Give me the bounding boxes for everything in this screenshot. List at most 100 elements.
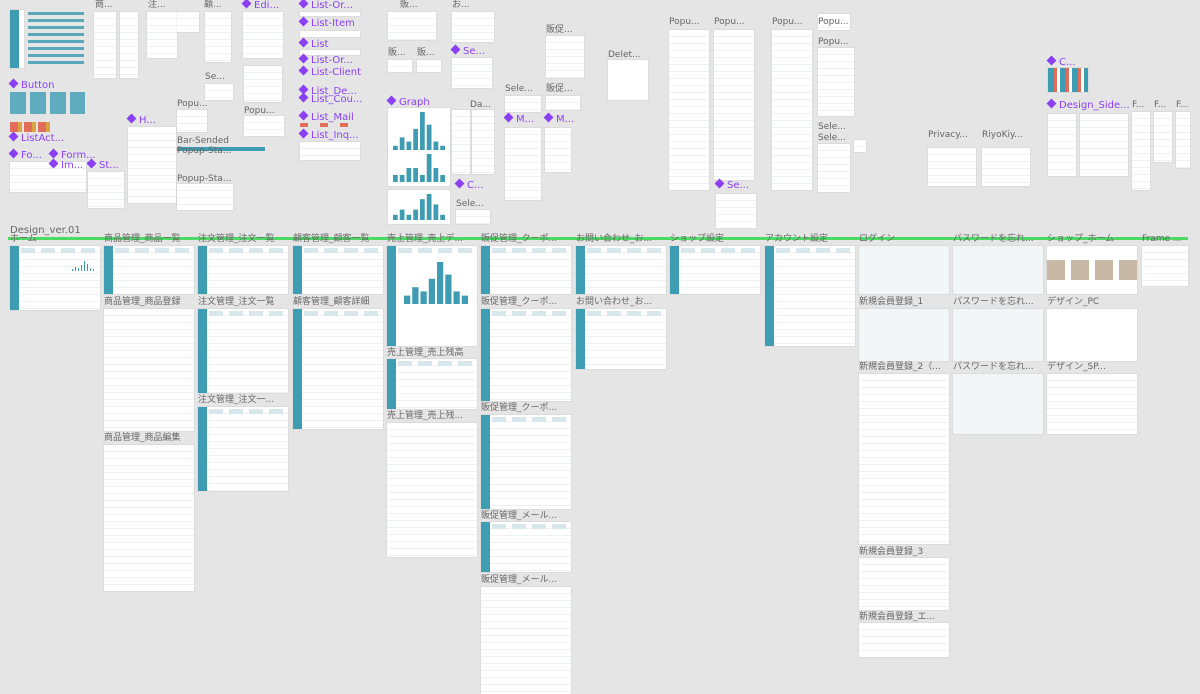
frame-title[interactable]: Popu... [714, 17, 745, 28]
frame-design-sp[interactable] [1047, 374, 1137, 434]
frame-title[interactable]: Sele... [818, 122, 846, 133]
design-side-frame-2[interactable] [1080, 114, 1128, 176]
f-frame-1[interactable] [1132, 112, 1150, 190]
component-title[interactable]: H... [126, 113, 156, 127]
select-frame-c[interactable] [818, 144, 850, 192]
component-title[interactable]: List_Inq... [298, 128, 359, 142]
component-title[interactable]: List_Mail [298, 110, 354, 124]
promo-frame-b[interactable] [546, 96, 580, 110]
list-item-frame[interactable] [300, 31, 360, 37]
popup-grid-2[interactable] [714, 30, 754, 180]
frame-order-list[interactable] [198, 246, 288, 294]
component-title[interactable]: Se... [450, 44, 485, 58]
sales-form-frame[interactable] [388, 12, 436, 40]
frame-title[interactable]: パスワードを忘れ... [953, 234, 1034, 245]
date-frame-2[interactable] [472, 110, 494, 174]
frame-title[interactable]: パスワードを忘れ... [953, 362, 1034, 373]
frame-inquiry-detail[interactable] [576, 309, 666, 369]
component-title[interactable]: M... [543, 112, 574, 126]
component-frame-f[interactable] [177, 12, 199, 32]
frame-title[interactable]: Popu... [669, 17, 700, 28]
frame-title[interactable]: Popu... [244, 106, 275, 117]
graph-frame-2[interactable] [388, 150, 450, 186]
component-title[interactable]: Se... [714, 178, 749, 192]
frame-title[interactable]: ログイン [859, 234, 895, 245]
frame-shop-home[interactable] [1047, 246, 1137, 294]
frame-title[interactable]: 商品管理_商品登録 [104, 297, 181, 308]
inquiry-form-frame[interactable] [452, 12, 494, 42]
edit-frame[interactable] [244, 66, 282, 102]
frame-title[interactable]: デザイン_SP... [1047, 362, 1106, 373]
button-variants[interactable] [10, 92, 85, 114]
popup-frame-b[interactable] [244, 116, 284, 136]
modal-frame-a[interactable] [505, 128, 541, 200]
frame-title[interactable]: 販促... [546, 84, 573, 95]
frame-title[interactable]: Se... [205, 72, 225, 83]
frame-title[interactable]: 売上管理_売上残... [387, 411, 463, 422]
component-title[interactable]: St... [86, 158, 119, 172]
design-side-frame-1[interactable] [1048, 114, 1076, 176]
delete-popup-frame[interactable] [608, 60, 648, 100]
component-title[interactable]: List-Or... [298, 0, 353, 12]
frame-title[interactable]: デザイン_PC [1047, 297, 1099, 308]
frame-title[interactable]: 販促管理_クーポ... [481, 234, 557, 245]
frame-title[interactable]: Sele... [456, 199, 484, 210]
frame-signup-2[interactable] [859, 374, 949, 544]
select-frame-e[interactable] [716, 194, 756, 228]
frame-coupon-edit[interactable] [481, 415, 571, 509]
select-list-frame[interactable] [505, 96, 541, 112]
f-frame-2[interactable] [1154, 112, 1172, 162]
frame-product-register[interactable] [104, 309, 194, 431]
popup-status-frame[interactable] [177, 184, 233, 210]
component-title[interactable]: Fo... [8, 148, 42, 162]
frame-customer-detail[interactable] [293, 309, 383, 429]
frame-title[interactable]: F... [1154, 100, 1166, 111]
frame-title[interactable]: Frame ... [1142, 234, 1182, 245]
component-title[interactable]: List_Cou... [298, 92, 362, 106]
frame-title[interactable]: 販促管理_メール... [481, 511, 557, 522]
component-title[interactable]: C... [1046, 55, 1076, 69]
frame-title[interactable]: Privacy... [928, 130, 968, 141]
component-title[interactable]: Edi... [241, 0, 279, 12]
frame-title[interactable]: F... [1132, 100, 1144, 111]
frame-title[interactable]: Popup-Sta... [177, 174, 231, 185]
frame-password-forgot-3[interactable] [953, 374, 1043, 434]
frame-title[interactable]: 販促管理_クーポ... [481, 403, 557, 414]
popup-grid-5[interactable] [818, 48, 854, 116]
frame-title[interactable]: 新規会員登録_エ... [859, 612, 935, 623]
frame-mail-edit[interactable] [481, 587, 571, 694]
frame-title[interactable]: 顧... [204, 0, 222, 11]
frame-order-list-2[interactable] [198, 309, 288, 393]
frame-title[interactable]: Popu... [818, 17, 849, 28]
frame-title[interactable]: お... [452, 0, 470, 11]
frame-title[interactable]: 注文管理_注文一... [198, 395, 274, 406]
component-grid[interactable] [28, 12, 84, 68]
popup-grid-1[interactable] [669, 30, 709, 190]
list-inquiry-frame[interactable] [300, 142, 360, 160]
frame-design-pc[interactable] [1047, 309, 1137, 361]
frame-title[interactable]: 新規会員登録_2（... [859, 362, 941, 373]
frame-title[interactable]: 商品管理_商品一覧 [104, 234, 181, 245]
component-title[interactable]: List-Or... [298, 53, 353, 67]
frame-title[interactable]: 販... [388, 48, 406, 59]
f-frame-3[interactable] [1176, 112, 1190, 168]
frame-title[interactable]: 売上管理_売上残高 [387, 348, 464, 359]
frame-coupon-list[interactable] [481, 246, 571, 294]
sales-mini-a[interactable] [388, 60, 412, 72]
frame-title[interactable]: 顧客管理_顧客一覧 [293, 234, 370, 245]
frame-title[interactable]: お問い合わせ_お... [576, 234, 652, 245]
frame-title[interactable]: 顧客管理_顧客詳細 [293, 297, 370, 308]
frame-title[interactable]: 売上管理_売上デ... [387, 234, 463, 245]
terms-frame[interactable] [982, 148, 1030, 186]
sales-mini-b[interactable] [417, 60, 441, 72]
component-frame-d[interactable] [205, 12, 231, 62]
frame-title[interactable]: 販促管理_メール... [481, 575, 557, 586]
list-action-swatches[interactable] [10, 122, 50, 132]
frame-title[interactable]: 注文管理_注文一覧 [198, 234, 275, 245]
select-frame-b[interactable] [456, 210, 490, 224]
frame-title[interactable]: Sele... [505, 84, 533, 95]
frame-sales-data[interactable] [387, 246, 477, 346]
component-frame-e[interactable] [243, 12, 283, 58]
frame-title[interactable]: Sele... [818, 133, 846, 144]
frame-signup-error[interactable] [859, 623, 949, 657]
